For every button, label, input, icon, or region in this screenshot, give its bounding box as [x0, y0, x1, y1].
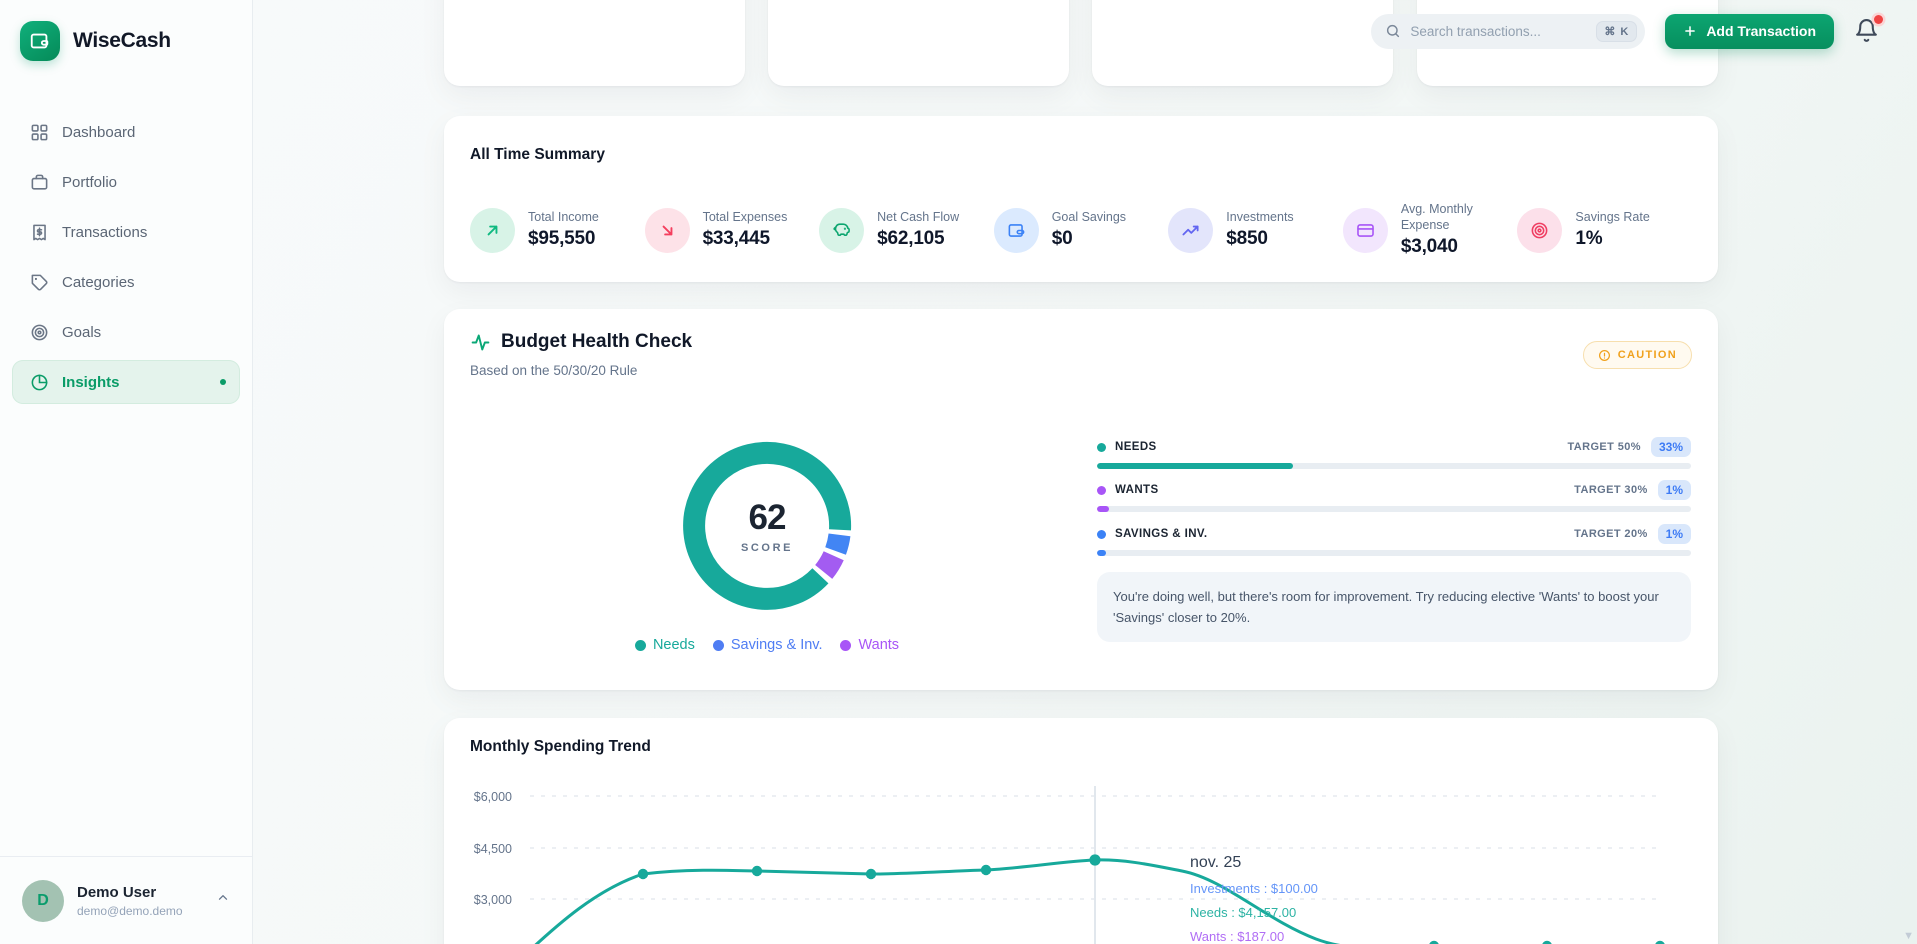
search-icon	[1385, 23, 1401, 39]
tooltip-wants: Wants : $187.00	[1190, 929, 1318, 944]
monthly-spending-trend-card: Monthly Spending Trend $6,000 $4,500 $3,…	[444, 718, 1718, 944]
ytick-3000: $3,000	[474, 893, 512, 907]
tooltip-needs: Needs : $4,157.00	[1190, 905, 1318, 920]
app-title: WiseCash	[73, 29, 171, 53]
donut-wants-segment	[824, 556, 834, 572]
data-point	[866, 869, 876, 879]
receipt-icon	[30, 223, 49, 242]
info-circle-icon	[1598, 349, 1611, 362]
chart-tooltip: nov. 25 Investments : $100.00 Needs : $4…	[1190, 854, 1318, 944]
stat-net-cash-flow: Net Cash Flow$62,105	[819, 202, 994, 258]
donut-savings-segment	[836, 535, 840, 551]
trend-line-chart[interactable]: $6,000 $4,500 $3,000	[444, 718, 1718, 944]
user-name: Demo User	[77, 884, 183, 901]
stat-goal-savings: Goal Savings$0	[994, 202, 1169, 258]
pie-icon	[30, 373, 49, 392]
sidebar-item-label: Dashboard	[62, 124, 135, 141]
wallet-logo-icon	[20, 21, 60, 61]
grid-icon	[30, 123, 49, 142]
sidebar-item-label: Portfolio	[62, 174, 117, 191]
plus-icon	[1683, 24, 1697, 38]
goal-icon	[30, 323, 49, 342]
stat-investments: Investments$850	[1168, 202, 1343, 258]
summary-stats: Total Income$95,550 Total Expenses$33,44…	[470, 202, 1692, 258]
user-panel[interactable]: D Demo User demo@demo.demo	[0, 856, 252, 944]
sidebar-nav: Dashboard Portfolio Transactions	[0, 82, 252, 404]
stat-total-income: Total Income$95,550	[470, 202, 645, 258]
credit-card-icon	[1356, 221, 1375, 240]
topbar: ⌘ K Add Transaction	[253, 0, 1917, 62]
budget-health-title: Budget Health Check	[470, 331, 692, 353]
wallet-icon	[1007, 221, 1026, 240]
sidebar-item-portfolio[interactable]: Portfolio	[12, 160, 240, 204]
data-point	[638, 869, 648, 879]
piggy-bank-icon	[832, 220, 852, 240]
activity-pulse-icon	[470, 332, 491, 353]
sidebar-item-label: Transactions	[62, 224, 147, 241]
wisecash-app: WiseCash Dashboard Portfolio	[0, 0, 1917, 944]
advice-box: You're doing well, but there's room for …	[1097, 572, 1691, 642]
summary-title: All Time Summary	[470, 146, 605, 164]
row-savings: SAVINGS & INV. TARGET 20% 1%	[1097, 524, 1691, 544]
search-input[interactable]	[1410, 24, 1587, 39]
sidebar-item-dashboard[interactable]: Dashboard	[12, 110, 240, 154]
briefcase-icon	[30, 173, 49, 192]
donut-legend: Needs Savings & Inv. Wants	[582, 637, 952, 653]
sidebar: WiseCash Dashboard Portfolio	[0, 0, 253, 944]
sidebar-item-label: Insights	[62, 374, 120, 391]
arrow-up-right-icon	[483, 221, 502, 240]
user-email: demo@demo.demo	[77, 904, 183, 918]
tooltip-date: nov. 25	[1190, 854, 1318, 872]
tooltip-investments: Investments : $100.00	[1190, 881, 1318, 896]
sidebar-item-categories[interactable]: Categories	[12, 260, 240, 304]
row-needs: NEEDS TARGET 50% 33%	[1097, 437, 1691, 457]
sidebar-item-label: Categories	[62, 274, 135, 291]
status-badge-caution: CAUTION	[1583, 341, 1692, 369]
budget-health-subtitle: Based on the 50/30/20 Rule	[470, 363, 637, 378]
pct-badge: 1%	[1658, 480, 1691, 500]
notifications-button[interactable]	[1854, 18, 1880, 44]
legend-wants: Wants	[840, 637, 899, 653]
arrow-down-right-icon	[658, 221, 677, 240]
stat-savings-rate: Savings Rate1%	[1517, 202, 1692, 258]
ytick-4500: $4,500	[474, 842, 512, 856]
active-indicator-dot	[220, 379, 226, 385]
sidebar-item-transactions[interactable]: Transactions	[12, 210, 240, 254]
legend-savings: Savings & Inv.	[713, 637, 823, 653]
sidebar-item-goals[interactable]: Goals	[12, 310, 240, 354]
add-transaction-button[interactable]: Add Transaction	[1665, 14, 1834, 49]
sidebar-item-insights[interactable]: Insights	[12, 360, 240, 404]
pct-badge: 1%	[1658, 524, 1691, 544]
all-time-summary-card: All Time Summary Total Income$95,550 Tot…	[444, 116, 1718, 282]
chevron-up-icon[interactable]	[216, 891, 230, 910]
budget-score-donut: 62 SCORE	[667, 426, 867, 626]
stat-total-expenses: Total Expenses$33,445	[645, 202, 820, 258]
sidebar-item-label: Goals	[62, 324, 101, 341]
pct-badge: 33%	[1651, 437, 1691, 457]
ytick-6000: $6,000	[474, 790, 512, 804]
legend-needs: Needs	[635, 637, 695, 653]
budget-health-card: Budget Health Check Based on the 50/30/2…	[444, 309, 1718, 690]
search-box[interactable]: ⌘ K	[1371, 14, 1645, 49]
data-point	[752, 866, 762, 876]
data-point-active	[1089, 854, 1100, 865]
trending-up-icon	[1181, 221, 1200, 240]
target-icon	[1530, 221, 1549, 240]
donut-needs-segment	[694, 453, 840, 599]
stat-avg-monthly-expense: Avg. Monthly Expense$3,040	[1343, 202, 1518, 258]
scrollbar-arrow-icon[interactable]: ▼	[1903, 930, 1914, 942]
avatar: D	[22, 880, 64, 922]
brand: WiseCash	[0, 0, 252, 82]
data-point	[981, 865, 991, 875]
shortcut-badge: ⌘ K	[1596, 21, 1637, 42]
tag-icon	[30, 273, 49, 292]
row-wants: WANTS TARGET 30% 1%	[1097, 480, 1691, 500]
notification-badge-dot	[1874, 15, 1883, 24]
